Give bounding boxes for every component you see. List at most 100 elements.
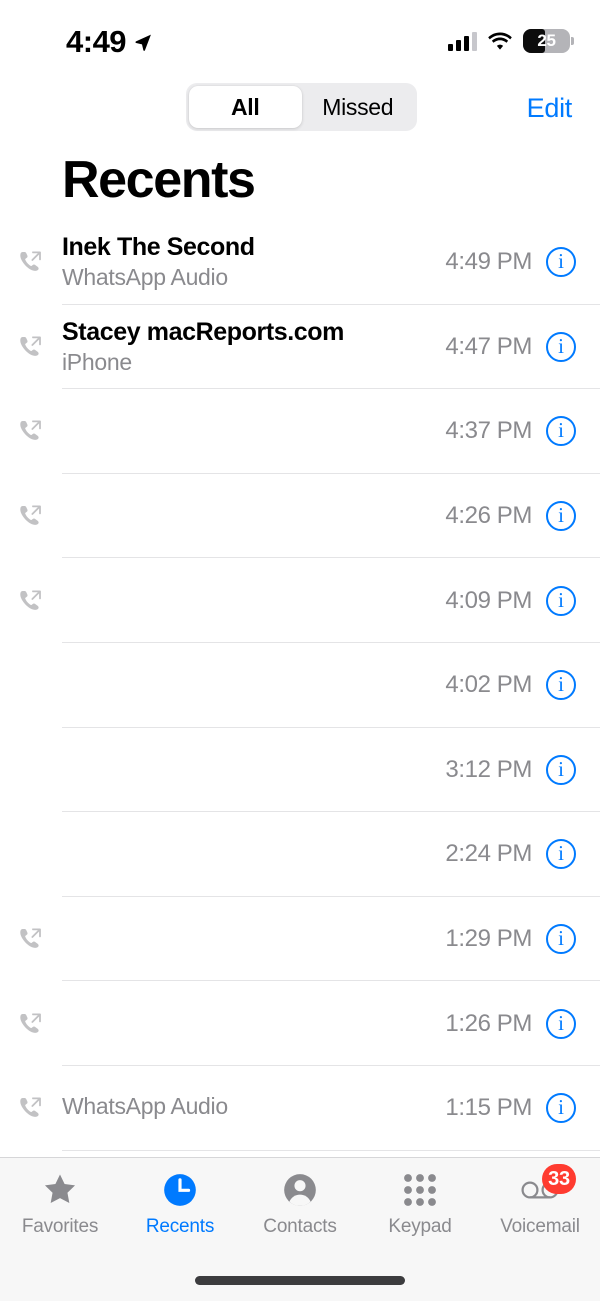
tab-label: Recents <box>145 1216 215 1237</box>
info-icon: i <box>558 1095 564 1120</box>
call-info-button[interactable]: i <box>546 924 576 955</box>
info-icon: i <box>558 672 564 697</box>
home-indicator[interactable] <box>195 1276 405 1285</box>
cellular-bars-icon <box>448 31 477 51</box>
phone-app-screen: 4:49 25 All Missed Edit Recents Inek The… <box>0 0 600 1301</box>
tab-favorites[interactable]: Favorites <box>0 1170 120 1238</box>
call-meta-group: 2:24 PM i <box>445 839 600 870</box>
outgoing-call-icon <box>20 590 41 610</box>
info-icon: i <box>558 333 564 358</box>
call-subtitle: WhatsApp Audio <box>62 264 228 291</box>
call-timestamp: 4:47 PM <box>445 332 532 360</box>
location-arrow-icon <box>135 34 151 51</box>
tab-bar[interactable]: Favorites Recents Contacts Keypad 33 Voicemai… <box>0 1157 600 1301</box>
outgoing-call-icon <box>20 336 41 356</box>
call-direction-icon-cell <box>0 926 62 952</box>
call-row[interactable]: Stacey macReports.com iPhone 4:47 PM i <box>0 305 600 390</box>
call-info-button[interactable]: i <box>546 416 576 447</box>
call-timestamp: 3:12 PM <box>445 755 532 783</box>
tab-keypad[interactable]: Keypad <box>360 1170 480 1238</box>
row-separator <box>62 1149 600 1151</box>
info-icon: i <box>558 503 564 528</box>
call-info-button[interactable]: i <box>546 331 576 362</box>
call-row[interactable]: 2:24 PM i <box>0 812 600 897</box>
call-direction-icon-cell <box>0 334 62 360</box>
call-direction-icon-cell <box>0 588 62 614</box>
outgoing-call-icon <box>20 928 41 948</box>
call-info-button[interactable]: i <box>546 1093 576 1124</box>
info-icon: i <box>558 587 564 612</box>
call-meta-group: 4:37 PM i <box>445 416 600 447</box>
outgoing-call-icon <box>20 251 41 272</box>
call-info-button[interactable]: i <box>546 247 576 278</box>
outgoing-call-icon <box>20 1097 41 1118</box>
call-info-button[interactable]: i <box>546 670 576 701</box>
call-meta-group: 1:15 PM i <box>445 1093 600 1124</box>
tab-recents[interactable]: Recents <box>120 1170 240 1238</box>
segment-missed[interactable]: Missed <box>302 86 415 128</box>
call-info-button[interactable]: i <box>546 585 576 616</box>
call-timestamp: 2:24 PM <box>445 840 532 868</box>
voicemail-badge: 33 <box>542 1164 576 1194</box>
battery-icon: 25 <box>523 29 574 53</box>
call-info-button[interactable]: i <box>546 1008 576 1039</box>
call-timestamp: 1:15 PM <box>445 1094 532 1122</box>
call-timestamp: 4:37 PM <box>445 417 532 445</box>
tab-label: Contacts <box>263 1216 337 1237</box>
tab-label: Voicemail <box>500 1216 580 1237</box>
call-row[interactable]: 3:12 PM i <box>0 728 600 813</box>
status-time: 4:49 <box>66 24 127 59</box>
call-direction-icon-cell <box>0 249 62 275</box>
status-bar: 4:49 25 <box>0 0 600 78</box>
info-icon: i <box>558 841 564 866</box>
call-timestamp: 1:26 PM <box>445 1009 532 1037</box>
tab-contacts[interactable]: Contacts <box>240 1170 360 1238</box>
call-row[interactable]: 4:26 PM i <box>0 474 600 559</box>
call-row[interactable]: Inek The Second WhatsApp Audio 4:49 PM i <box>0 220 600 305</box>
call-meta-group: 4:02 PM i <box>445 670 600 701</box>
info-icon: i <box>558 926 564 951</box>
info-icon: i <box>558 249 564 274</box>
edit-button[interactable]: Edit <box>527 93 573 124</box>
navigation-bar: All Missed Edit <box>0 78 600 140</box>
outgoing-call-icon <box>20 1013 41 1033</box>
call-timestamp: 4:26 PM <box>445 502 532 530</box>
battery-percentage: 25 <box>537 31 556 50</box>
call-subtitle: WhatsApp Audio <box>62 1092 228 1119</box>
call-timestamp: 4:49 PM <box>445 248 532 276</box>
person-circle-icon <box>280 1170 320 1210</box>
info-icon: i <box>558 418 564 443</box>
recents-call-list[interactable]: Inek The Second WhatsApp Audio 4:49 PM i Sta… <box>0 220 600 1157</box>
call-row[interactable]: 1:29 PM i <box>0 897 600 982</box>
call-row[interactable]: 4:37 PM i <box>0 389 600 474</box>
call-row[interactable]: 4:02 PM i <box>0 643 600 728</box>
wifi-icon <box>488 32 512 50</box>
call-info-button[interactable]: i <box>546 754 576 785</box>
call-direction-icon-cell <box>0 503 62 529</box>
segment-all[interactable]: All <box>189 86 302 128</box>
call-meta-group: 3:12 PM i <box>445 754 600 785</box>
call-text-group: Inek The Second WhatsApp Audio <box>62 233 445 291</box>
call-timestamp: 4:09 PM <box>445 586 532 614</box>
call-info-button[interactable]: i <box>546 839 576 870</box>
voicemail-icon: 33 <box>520 1164 576 1210</box>
call-direction-icon-cell <box>0 1011 62 1037</box>
call-meta-group: 4:49 PM i <box>445 247 600 278</box>
call-row[interactable]: WhatsApp Audio 1:15 PM i <box>0 1066 600 1151</box>
tab-voicemail[interactable]: 33 Voicemail <box>480 1164 600 1238</box>
info-icon: i <box>558 756 564 781</box>
call-timestamp: 4:02 PM <box>445 671 532 699</box>
call-direction-icon-cell <box>0 1095 62 1121</box>
info-icon: i <box>558 1010 564 1035</box>
call-direction-icon-cell <box>0 418 62 444</box>
call-filter-segmented-control[interactable]: All Missed <box>186 83 417 131</box>
call-info-button[interactable]: i <box>546 501 576 532</box>
call-row[interactable]: 4:09 PM i <box>0 558 600 643</box>
call-text-group: WhatsApp Audio <box>62 1091 445 1126</box>
call-meta-group: 1:26 PM i <box>445 1008 600 1039</box>
call-meta-group: 4:47 PM i <box>445 331 600 362</box>
call-timestamp: 1:29 PM <box>445 925 532 953</box>
call-row[interactable]: 1:26 PM i <box>0 981 600 1066</box>
keypad-grid-icon <box>400 1170 440 1210</box>
battery-cap <box>571 37 574 45</box>
